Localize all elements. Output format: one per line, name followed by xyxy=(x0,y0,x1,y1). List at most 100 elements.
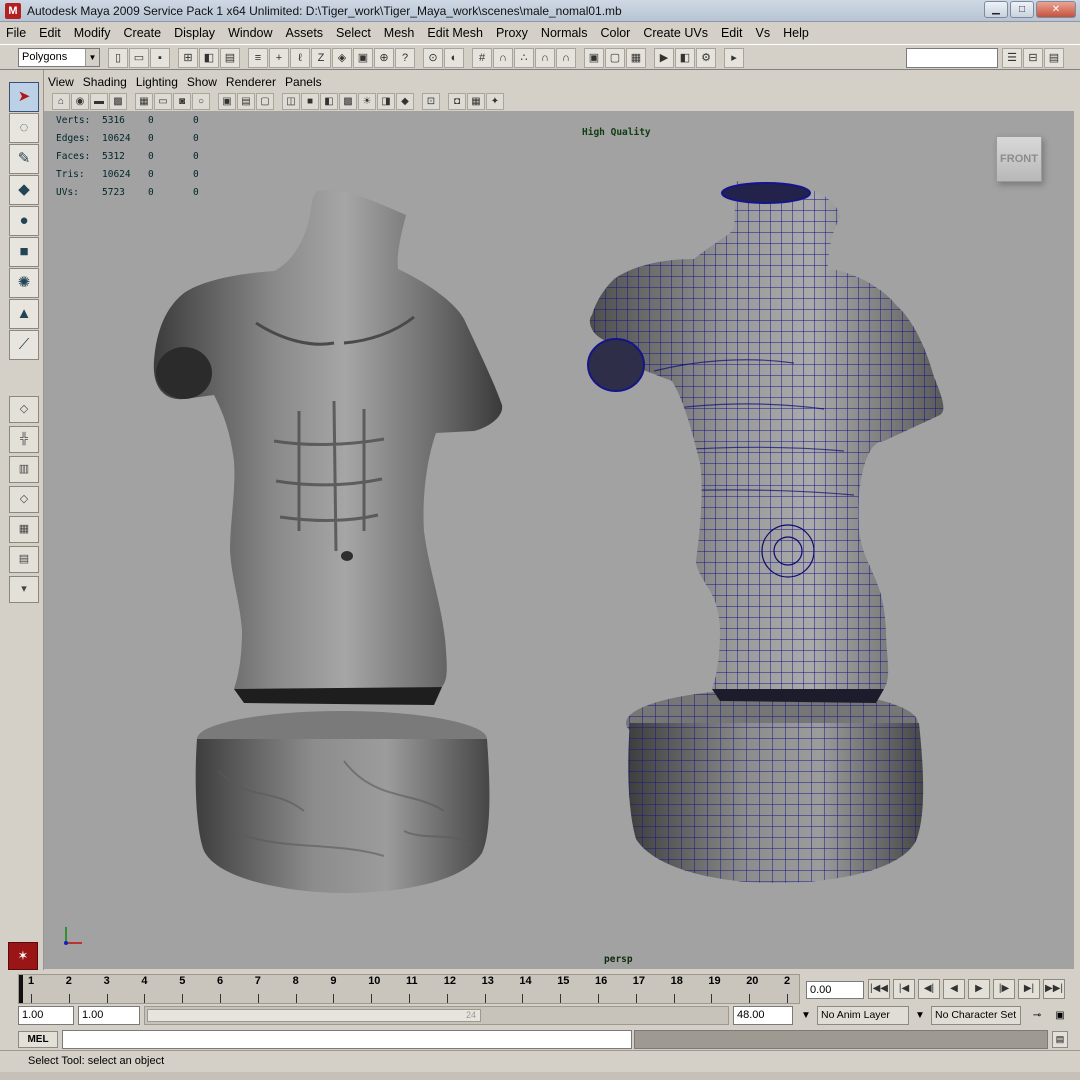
image-plane-icon[interactable]: ▩ xyxy=(109,92,127,110)
output-ops-icon[interactable]: ▢ xyxy=(605,48,625,68)
dynamics-mask-icon[interactable]: ⊕ xyxy=(374,48,394,68)
script-language-toggle[interactable]: MEL xyxy=(18,1031,58,1048)
menu-color[interactable]: Color xyxy=(600,26,630,40)
menu-display[interactable]: Display xyxy=(174,26,215,40)
select-object-icon[interactable]: ◧ xyxy=(199,48,219,68)
snap-curve-icon[interactable]: ∩ xyxy=(493,48,513,68)
smooth-shading-icon[interactable]: ■ xyxy=(301,92,319,110)
bookmarks-icon[interactable]: ▬ xyxy=(90,92,108,110)
close-button[interactable]: ✕ xyxy=(1036,1,1076,18)
current-frame-field[interactable]: 0.00 xyxy=(806,981,864,999)
open-scene-icon[interactable]: ▭ xyxy=(129,48,149,68)
viewport-menu-view[interactable]: View xyxy=(48,75,74,89)
playback-start-field[interactable]: 1.00 xyxy=(78,1006,140,1025)
character-set-arrow-icon[interactable]: ▼ xyxy=(912,1008,928,1024)
animation-end-field[interactable]: 48.00 xyxy=(733,1006,793,1025)
safe-title-icon[interactable]: ▢ xyxy=(256,92,274,110)
step-back-frame-icon[interactable]: |◀ xyxy=(893,979,915,999)
select-hierarchy-icon[interactable]: ⊞ xyxy=(178,48,198,68)
four-pane-layout-icon[interactable]: ╬ xyxy=(9,426,39,453)
snap-grid-icon[interactable]: # xyxy=(472,48,492,68)
menu-window[interactable]: Window xyxy=(228,26,272,40)
range-bar[interactable]: 24 xyxy=(144,1006,729,1025)
menu-file[interactable]: File xyxy=(6,26,26,40)
uv-texture-editor-icon[interactable]: ✦ xyxy=(486,92,504,110)
highlight-selection-icon[interactable]: ◐ xyxy=(444,48,464,68)
menu-modify[interactable]: Modify xyxy=(74,26,111,40)
viewcube[interactable]: FRONT xyxy=(996,136,1042,182)
camera-attributes-icon[interactable]: ◉ xyxy=(71,92,89,110)
play-backwards-icon[interactable]: ◀ xyxy=(943,979,965,999)
resolution-gate-icon[interactable]: ◙ xyxy=(173,92,191,110)
film-gate-icon[interactable]: ▭ xyxy=(154,92,172,110)
render-mask-icon[interactable]: ? xyxy=(395,48,415,68)
wireframe-on-shaded-icon[interactable]: ◧ xyxy=(320,92,338,110)
layout-menu-icon[interactable]: ▾ xyxy=(9,576,39,603)
xray-icon[interactable]: ◘ xyxy=(448,92,466,110)
universal-manipulator-icon[interactable]: ✺ xyxy=(9,268,39,298)
viewport-menu-lighting[interactable]: Lighting xyxy=(136,75,178,89)
step-forward-key-icon[interactable]: |▶ xyxy=(993,979,1015,999)
menu-select[interactable]: Select xyxy=(336,26,371,40)
move-tool-icon[interactable]: ◆ xyxy=(9,175,39,205)
show-manipulator-icon[interactable]: ⟋ xyxy=(9,330,39,360)
script-editor-icon[interactable]: ▤ xyxy=(1052,1031,1068,1048)
menu-set-dropdown[interactable]: Polygons ▼ xyxy=(18,48,100,67)
current-time-marker[interactable] xyxy=(19,975,23,1003)
grid-icon[interactable]: ▦ xyxy=(135,92,153,110)
tool-settings-icon[interactable]: ⊟ xyxy=(1023,48,1043,68)
select-tool-icon[interactable]: ➤ xyxy=(9,82,39,112)
go-to-end-icon[interactable]: ▶▶| xyxy=(1043,979,1065,999)
step-back-key-icon[interactable]: ◀| xyxy=(918,979,940,999)
snap-live-icon[interactable]: ∩ xyxy=(556,48,576,68)
render-icon[interactable]: ▶ xyxy=(654,48,674,68)
perspective-viewport[interactable]: Verts: 5316 0 0 Edges: 10624 0 0 Faces: 5312 0 0 Tri… xyxy=(44,111,1074,969)
soft-modification-icon[interactable]: ▲ xyxy=(9,299,39,329)
auto-key-icon[interactable]: ⊸ xyxy=(1026,1008,1048,1024)
step-forward-frame-icon[interactable]: ▶| xyxy=(1018,979,1040,999)
curve-mask-icon[interactable]: Z xyxy=(311,48,331,68)
channel-box-icon[interactable]: ▤ xyxy=(1044,48,1064,68)
input-ops-icon[interactable]: ▣ xyxy=(584,48,604,68)
attribute-editor-icon[interactable]: ☰ xyxy=(1002,48,1022,68)
menu-create[interactable]: Create xyxy=(124,26,162,40)
safe-action-icon[interactable]: ▤ xyxy=(237,92,255,110)
menu-proxy[interactable]: Proxy xyxy=(496,26,528,40)
menu-create-uvs[interactable]: Create UVs xyxy=(643,26,708,40)
maximize-button[interactable]: □ xyxy=(1010,1,1034,18)
textured-icon[interactable]: ▩ xyxy=(339,92,357,110)
deform-mask-icon[interactable]: ▣ xyxy=(353,48,373,68)
new-scene-icon[interactable]: ▯ xyxy=(108,48,128,68)
scale-tool-icon[interactable]: ■ xyxy=(9,237,39,267)
rotate-tool-icon[interactable]: ● xyxy=(9,206,39,236)
save-scene-icon[interactable]: ▪ xyxy=(150,48,170,68)
select-component-icon[interactable]: ▤ xyxy=(220,48,240,68)
xray-joints-icon[interactable]: ▦ xyxy=(467,92,485,110)
menu-mesh[interactable]: Mesh xyxy=(384,26,415,40)
anim-layer-arrow-icon[interactable]: ▼ xyxy=(798,1008,814,1024)
joint-mask-icon[interactable]: ℓ xyxy=(290,48,310,68)
gate-mask-icon[interactable]: ○ xyxy=(192,92,210,110)
lock-selection-icon[interactable]: ⊙ xyxy=(423,48,443,68)
quick-select-field[interactable] xyxy=(906,48,998,68)
minimize-button[interactable]: ▁ xyxy=(984,1,1008,18)
time-slider-track[interactable]: 1 2 3 4 5 6 7 8 9 10 11 12 13 14 15 16 17 18 19 20 2 xyxy=(18,974,800,1004)
menu-assets[interactable]: Assets xyxy=(286,26,324,40)
snap-plane-icon[interactable]: ∩ xyxy=(535,48,555,68)
anim-layer-dropdown[interactable]: No Anim Layer xyxy=(817,1006,909,1025)
graph-editor-layout-icon[interactable]: ▤ xyxy=(9,546,39,573)
wireframe-shading-icon[interactable]: ◫ xyxy=(282,92,300,110)
shadows-icon[interactable]: ◨ xyxy=(377,92,395,110)
menu-edit-mesh[interactable]: Edit Mesh xyxy=(427,26,483,40)
range-handle[interactable]: 24 xyxy=(147,1009,481,1022)
persp-outliner-layout-icon[interactable]: ▥ xyxy=(9,456,39,483)
animation-start-field[interactable]: 1.00 xyxy=(18,1006,74,1025)
snap-point-icon[interactable]: ∴ xyxy=(514,48,534,68)
single-pane-layout-icon[interactable]: ◇ xyxy=(9,396,39,423)
rename-field-toggle-icon[interactable]: ▸ xyxy=(724,48,744,68)
surface-mask-icon[interactable]: ◈ xyxy=(332,48,352,68)
play-forwards-icon[interactable]: ▶ xyxy=(968,979,990,999)
animation-preferences-icon[interactable]: ▣ xyxy=(1052,1008,1068,1024)
mel-command-input[interactable] xyxy=(62,1030,632,1049)
lights-icon[interactable]: ☀ xyxy=(358,92,376,110)
